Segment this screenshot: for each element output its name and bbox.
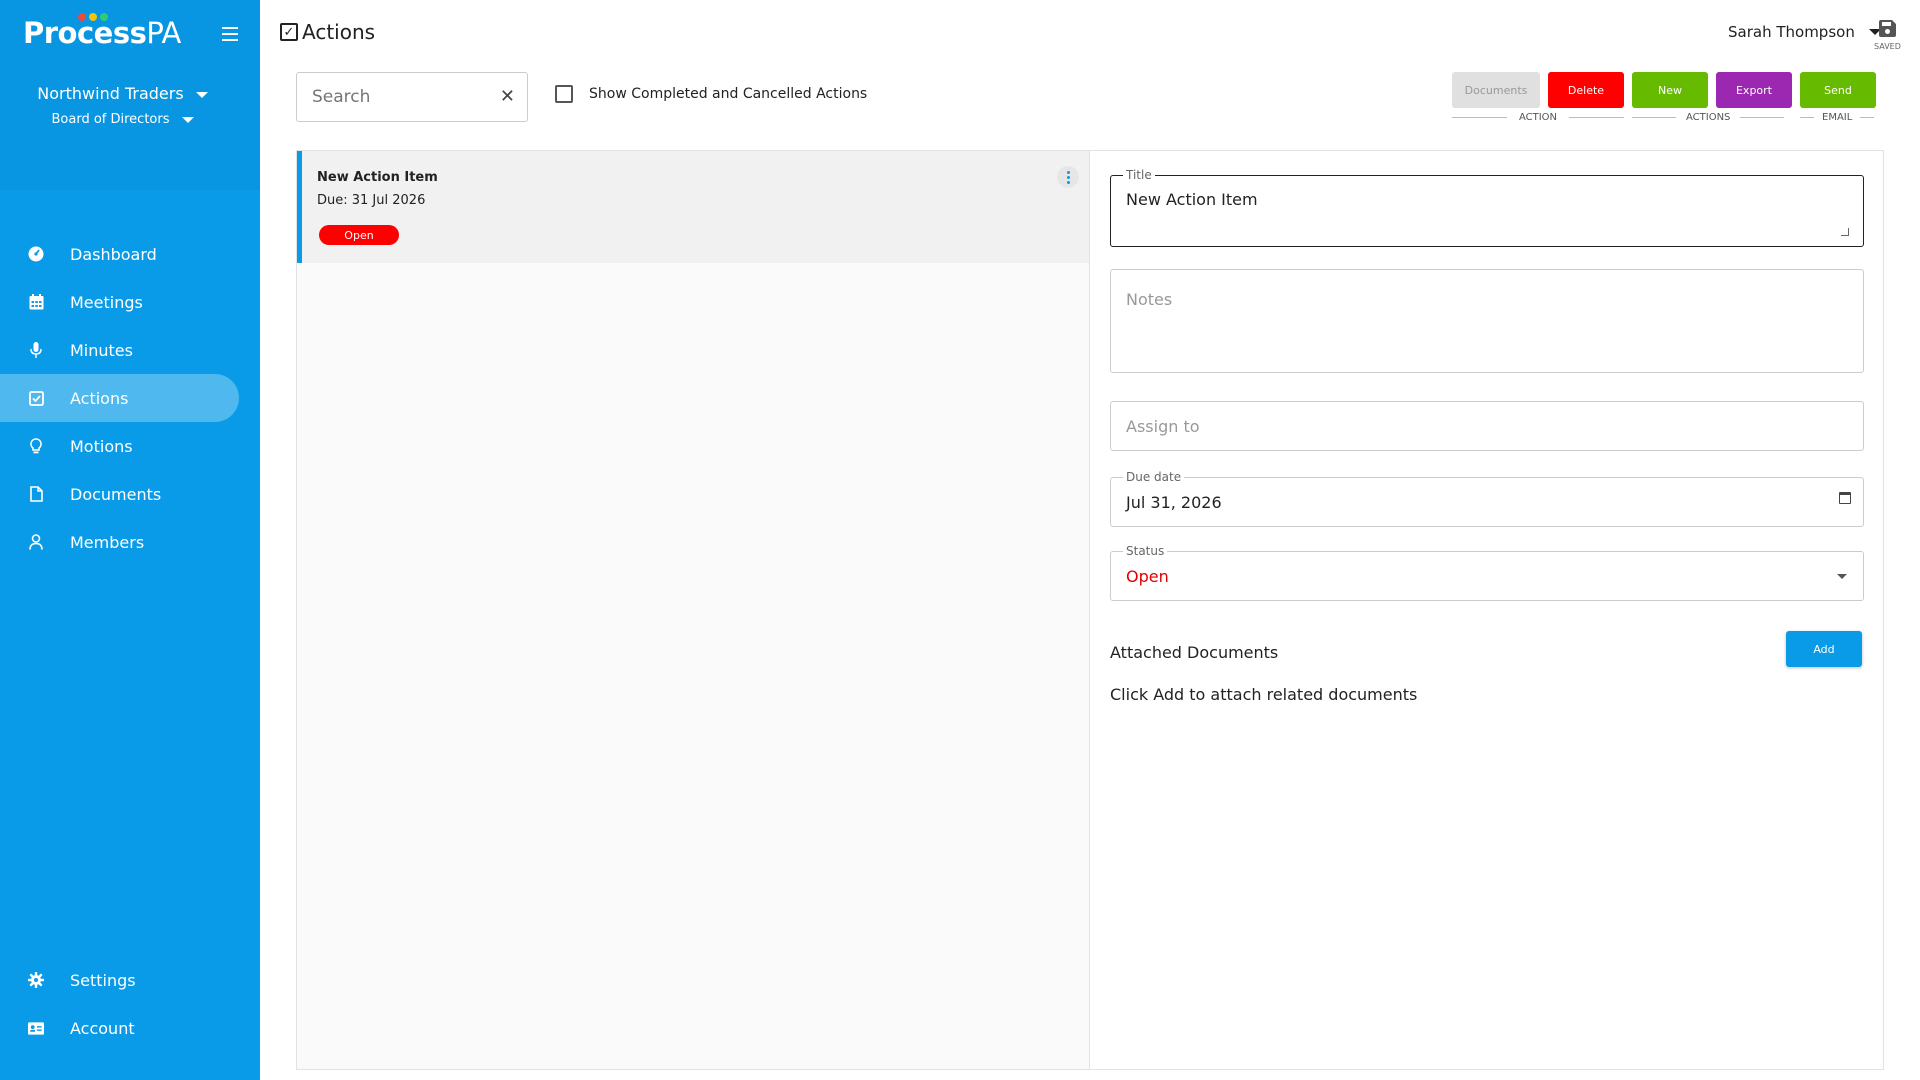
dashboard-icon [28, 246, 44, 262]
actions-group-label: ACTIONS [1632, 112, 1792, 123]
attached-documents-hint: Click Add to attach related documents [1110, 685, 1418, 704]
person-icon [28, 534, 44, 550]
send-button[interactable]: Send [1800, 72, 1876, 108]
list-item-due: Due: 31 Jul 2026 [317, 193, 426, 208]
sidebar-item-actions[interactable]: Actions [0, 374, 239, 422]
user-name: Sarah Thompson [1728, 23, 1855, 41]
notes-field[interactable]: Notes [1110, 269, 1864, 373]
show-completed-label: Show Completed and Cancelled Actions [589, 86, 868, 102]
sidebar-item-label: Minutes [70, 340, 133, 360]
lightbulb-icon [28, 438, 44, 454]
sidebar-item-label: Account [70, 1018, 135, 1038]
logo-suffix: PA [146, 16, 181, 50]
more-vert-icon[interactable] [1057, 166, 1079, 188]
main-panel: New Action Item Due: 31 Jul 2026 Open Ti… [296, 150, 1884, 1070]
save-icon [1878, 20, 1896, 37]
status-badge: Open [319, 225, 399, 245]
toolbar: ✕ Show Completed and Cancelled Actions D… [260, 64, 1920, 144]
checkbox-icon [28, 390, 44, 406]
title-field[interactable]: Title New Action Item [1110, 168, 1864, 247]
add-document-button[interactable]: Add [1786, 631, 1862, 667]
save-status[interactable]: SAVED [1874, 20, 1901, 51]
notes-placeholder: Notes [1126, 290, 1173, 309]
search-input[interactable] [297, 73, 487, 121]
status-select[interactable]: Status Open [1110, 544, 1864, 601]
list-item-title: New Action Item [317, 170, 438, 185]
search-box: ✕ [296, 72, 528, 122]
logo-main: Process [23, 16, 147, 50]
org-selector[interactable]: Northwind Traders [0, 84, 245, 103]
action-group-label: ACTION [1452, 112, 1624, 123]
documents-button[interactable]: Documents [1452, 72, 1540, 108]
title-label: Title [1123, 168, 1155, 182]
new-button[interactable]: New [1632, 72, 1708, 108]
list-item[interactable]: New Action Item Due: 31 Jul 2026 Open [297, 151, 1089, 263]
sidebar-item-label: Actions [70, 388, 129, 408]
sidebar-item-label: Settings [70, 970, 136, 990]
sidebar-item-label: Meetings [70, 292, 143, 312]
status-label: Status [1123, 544, 1168, 558]
chevron-down-icon [1837, 574, 1847, 579]
logo-dot [78, 13, 86, 21]
due-date-label: Due date [1123, 470, 1185, 484]
sidebar-item-label: Members [70, 532, 145, 552]
assign-to-placeholder: Assign to [1126, 417, 1200, 436]
sidebar-item-dashboard[interactable]: Dashboard [0, 230, 239, 278]
sidebar-item-settings[interactable]: Settings [0, 956, 239, 1004]
sidebar-nav: Dashboard Meetings Minutes Actions Motio… [0, 230, 260, 566]
saved-label: SAVED [1874, 42, 1901, 51]
calendar-icon[interactable] [1839, 492, 1851, 504]
sidebar-item-members[interactable]: Members [0, 518, 239, 566]
sidebar-item-account[interactable]: Account [0, 1004, 239, 1052]
assign-to-field[interactable]: Assign to [1110, 401, 1864, 451]
sidebar: ProcessPA Northwind Traders Board of Dir… [0, 0, 260, 1080]
delete-button[interactable]: Delete [1548, 72, 1624, 108]
logo-dots [78, 13, 108, 21]
sidebar-item-documents[interactable]: Documents [0, 470, 239, 518]
show-completed-checkbox[interactable] [555, 85, 573, 103]
chevron-down-icon [195, 91, 208, 98]
logo-dot [100, 13, 108, 21]
action-detail: Title New Action Item Notes Assign to Du… [1110, 151, 1870, 1069]
attached-documents-heading: Attached Documents [1110, 643, 1279, 662]
board-selector[interactable]: Board of Directors [0, 112, 245, 127]
sidebar-item-meetings[interactable]: Meetings [0, 278, 239, 326]
page-title-text: Actions [302, 20, 376, 44]
sidebar-item-label: Dashboard [70, 244, 157, 264]
document-icon [28, 486, 44, 502]
app-logo[interactable]: ProcessPA [23, 16, 181, 50]
org-name: Northwind Traders [37, 84, 184, 103]
user-menu[interactable]: Sarah Thompson [1728, 23, 1881, 41]
export-button[interactable]: Export [1716, 72, 1792, 108]
board-name: Board of Directors [51, 112, 170, 127]
title-value: New Action Item [1126, 190, 1258, 209]
sidebar-item-minutes[interactable]: Minutes [0, 326, 239, 374]
logo-dot [89, 13, 97, 21]
clear-search-icon[interactable]: ✕ [500, 86, 515, 107]
id-card-icon [28, 1020, 44, 1036]
sidebar-bottom-nav: Settings Account [0, 956, 260, 1052]
action-list: New Action Item Due: 31 Jul 2026 Open [297, 151, 1090, 1069]
show-completed-toggle[interactable]: Show Completed and Cancelled Actions [555, 85, 867, 103]
microphone-icon [28, 342, 44, 358]
email-group-label: EMAIL [1800, 112, 1876, 123]
sidebar-item-label: Documents [70, 484, 162, 504]
sidebar-item-motions[interactable]: Motions [0, 422, 239, 470]
checkbox-icon: ✓ [280, 23, 298, 41]
due-date-field[interactable]: Due date Jul 31, 2026 [1110, 470, 1864, 527]
status-value: Open [1126, 567, 1169, 586]
chevron-down-icon [181, 116, 194, 123]
page-title: ✓ Actions [280, 20, 375, 44]
gear-icon [28, 972, 44, 988]
top-header: ✓ Actions Sarah Thompson SAVED [260, 0, 1920, 64]
calendar-icon [28, 294, 44, 310]
resize-handle-icon[interactable] [1841, 228, 1849, 236]
sidebar-item-label: Motions [70, 436, 133, 456]
hamburger-menu-icon[interactable] [222, 27, 238, 41]
due-date-value: Jul 31, 2026 [1126, 493, 1222, 512]
